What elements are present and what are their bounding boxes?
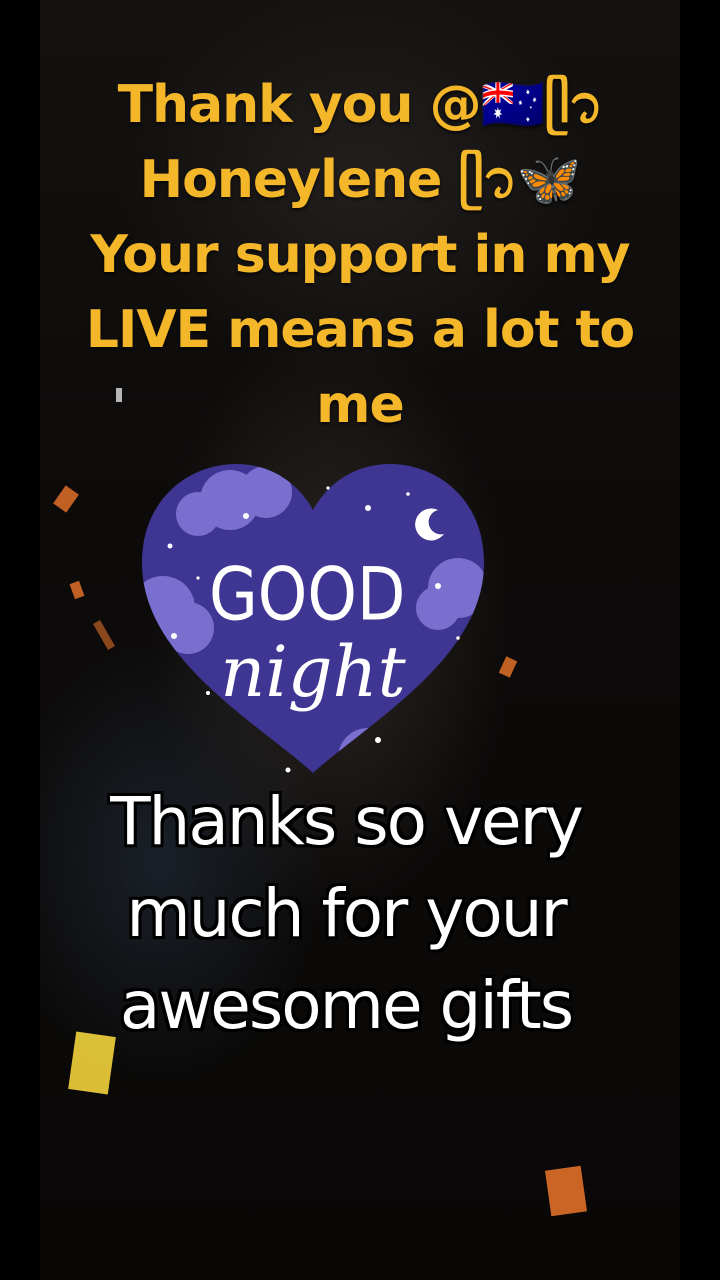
confetti-piece: [93, 620, 115, 650]
support-line: Your support in my: [90, 225, 630, 285]
video-frame[interactable]: Thank you @🇦🇺ᥫ᭡ Honeylene ᥫ᭡🦋 Your suppo…: [0, 0, 720, 1280]
caption-line: much for your: [126, 875, 567, 952]
left-letterbox: [0, 0, 40, 1280]
night-text: night: [220, 631, 406, 713]
support-line: LIVE means a lot to: [85, 300, 635, 360]
caption-line: awesome gifts: [119, 967, 574, 1044]
confetti-piece: [498, 656, 518, 678]
thank-you-message: Thank you @🇦🇺ᥫ᭡ Honeylene ᥫ᭡🦋 Your suppo…: [40, 68, 680, 443]
support-line: me: [316, 375, 404, 435]
thank-you-line: Thank you @🇦🇺ᥫ᭡: [117, 75, 604, 135]
caption-line: Thanks so very: [110, 783, 584, 860]
confetti-piece: [69, 580, 85, 600]
confetti-piece: [544, 1165, 588, 1217]
good-text: GOOD: [209, 552, 405, 638]
right-letterbox: [680, 0, 720, 1280]
username-line: Honeylene ᥫ᭡🦋: [139, 150, 582, 210]
confetti-piece: [53, 485, 79, 513]
good-night-heart-sticker: GOOD night: [142, 464, 484, 773]
gifts-caption: Thanks so very much for your awesome gif…: [56, 776, 636, 1052]
